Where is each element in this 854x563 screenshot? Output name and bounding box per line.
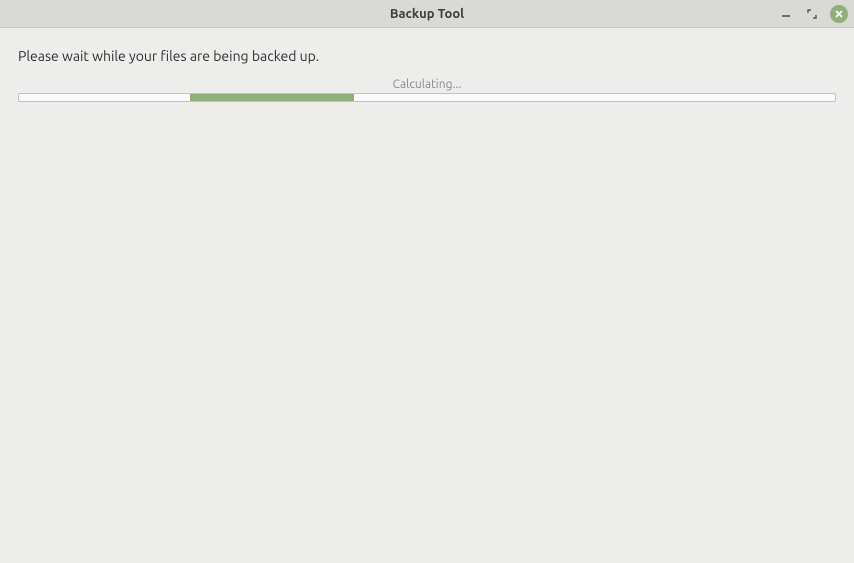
maximize-icon	[807, 9, 817, 19]
window-title: Backup Tool	[0, 7, 854, 21]
window-controls	[778, 0, 848, 27]
progress-status: Calculating...	[18, 78, 836, 91]
titlebar: Backup Tool	[0, 0, 854, 28]
close-icon	[834, 9, 844, 19]
minimize-button[interactable]	[778, 6, 794, 22]
content-area: Please wait while your files are being b…	[0, 28, 854, 102]
close-button[interactable]	[830, 5, 848, 23]
minimize-icon	[781, 9, 791, 19]
progress-chunk	[190, 94, 353, 101]
progress-bar	[18, 93, 836, 102]
backup-message: Please wait while your files are being b…	[18, 48, 836, 64]
maximize-button[interactable]	[804, 6, 820, 22]
